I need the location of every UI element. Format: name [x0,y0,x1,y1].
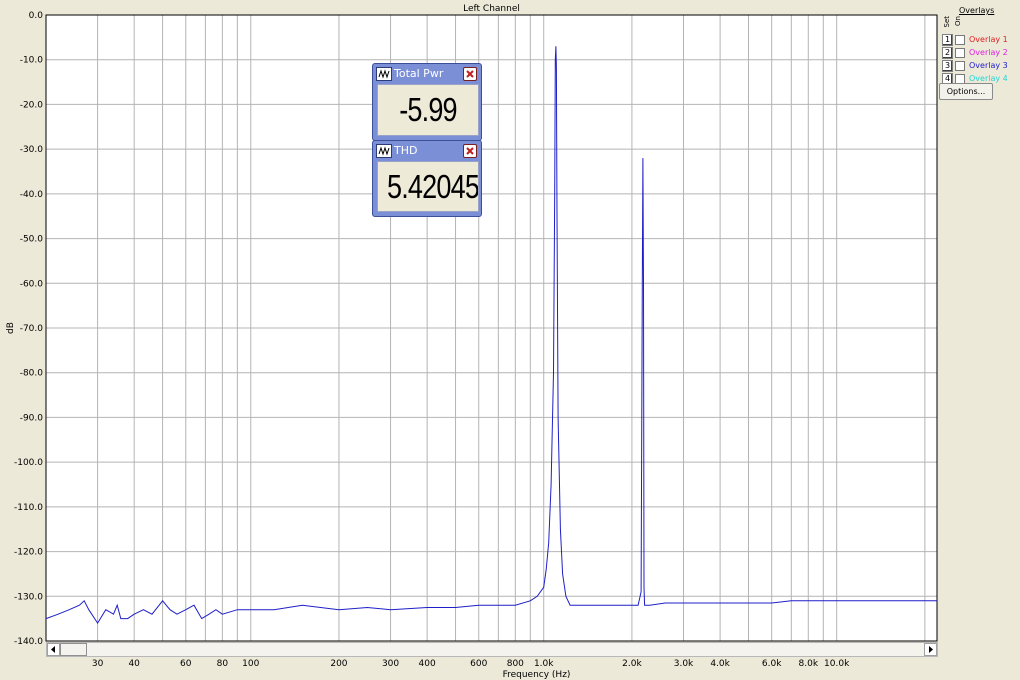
options-button[interactable]: Options... [939,83,993,100]
y-tick-label: -60.0 [20,279,44,289]
total-power-titlebar[interactable]: Total Pwr [373,64,481,82]
scroll-left-button[interactable] [47,643,60,656]
x-axis-label: Frequency (Hz) [503,670,571,680]
x-tick-label: 4.0k [710,659,730,669]
thd-titlebar[interactable]: THD [373,141,481,159]
y-tick-label: -140.0 [14,637,43,647]
y-tick-label: -90.0 [20,413,44,423]
total-power-meter[interactable]: Total Pwr -5.99 dB [372,63,482,141]
overlays-title: Overlays [959,6,995,15]
y-tick-label: -10.0 [20,56,44,66]
spectrum-chart: 0.0 -10.0 -20.0 -30.0 -40.0 -50.0 -60.0 -70.0 -8… [6,4,938,680]
x-tick-label: 800 [507,659,524,669]
y-tick-label: -70.0 [20,324,44,334]
close-icon[interactable] [463,67,477,81]
x-tick-label: 30 [92,659,104,669]
x-tick-label: 8.0k [799,659,819,669]
close-icon[interactable] [463,144,477,158]
y-tick-label: -100.0 [14,458,43,468]
y-axis-label: dB [6,322,16,334]
y-tick-label: -20.0 [20,100,44,110]
thd-meter[interactable]: THD 5.42045 % [372,140,482,217]
y-tick-label: -50.0 [20,235,44,245]
overlay-on-checkbox[interactable] [955,35,965,45]
meter-readout: 5.42045 % [377,161,479,212]
x-tick-label: 10.0k [824,659,850,669]
y-tick-label: -40.0 [20,190,44,200]
overlay-set-button[interactable]: 2 [942,47,953,59]
total-power-value: -5.99 dB [399,91,457,128]
overlay-on-checkbox[interactable] [955,61,965,71]
set-column-header: Set [943,16,951,28]
x-tick-label: 200 [330,659,347,669]
overlay-on-checkbox[interactable] [955,48,965,58]
x-tick-label: 600 [470,659,487,669]
meter-title: Total Pwr [394,67,444,80]
x-tick-label: 100 [242,659,259,669]
y-tick-label: -110.0 [14,503,43,513]
overlay-row-3: 3 Overlay 3 [942,60,1018,72]
x-tick-label: 6.0k [762,659,782,669]
x-tick-label: 3.0k [674,659,694,669]
horizontal-scrollbar[interactable] [46,642,938,657]
overlay-label: Overlay 2 [969,48,1008,57]
y-tick-label: -80.0 [20,369,44,379]
waveform-icon [376,67,392,81]
chart-title: Left Channel [463,4,520,14]
overlay-label: Overlay 3 [969,61,1008,70]
x-tick-label: 2.0k [622,659,642,669]
overlay-row-2: 2 Overlay 2 [942,47,1018,59]
y-tick-label: -30.0 [20,145,44,155]
thd-value: 5.42045 % [387,168,479,205]
x-tick-label: 60 [180,659,192,669]
x-tick-label: 1.0k [534,659,554,669]
y-tick-label: 0.0 [29,11,44,21]
waveform-icon [376,144,392,158]
analyzer-window: 0.0 -10.0 -20.0 -30.0 -40.0 -50.0 -60.0 -70.0 -8… [0,0,1020,680]
x-tick-label: 40 [128,659,140,669]
overlay-set-button[interactable]: 1 [942,34,953,46]
overlay-row-1: 1 Overlay 1 [942,34,1018,46]
x-tick-label: 80 [217,659,229,669]
overlay-set-button[interactable]: 3 [942,60,953,72]
x-tick-label: 400 [419,659,436,669]
scroll-right-button[interactable] [924,643,937,656]
x-tick-label: 300 [382,659,399,669]
overlays-panel: Overlays Set On 1 Overlay 1 2 Overlay 2 … [939,4,1017,104]
scrollbar-thumb[interactable] [60,643,87,656]
y-tick-label: -130.0 [14,592,43,602]
meter-readout: -5.99 dB [377,84,479,136]
meter-title: THD [394,144,418,157]
overlay-label: Overlay 1 [969,35,1008,44]
y-tick-label: -120.0 [14,548,43,558]
on-column-header: On [954,16,962,26]
